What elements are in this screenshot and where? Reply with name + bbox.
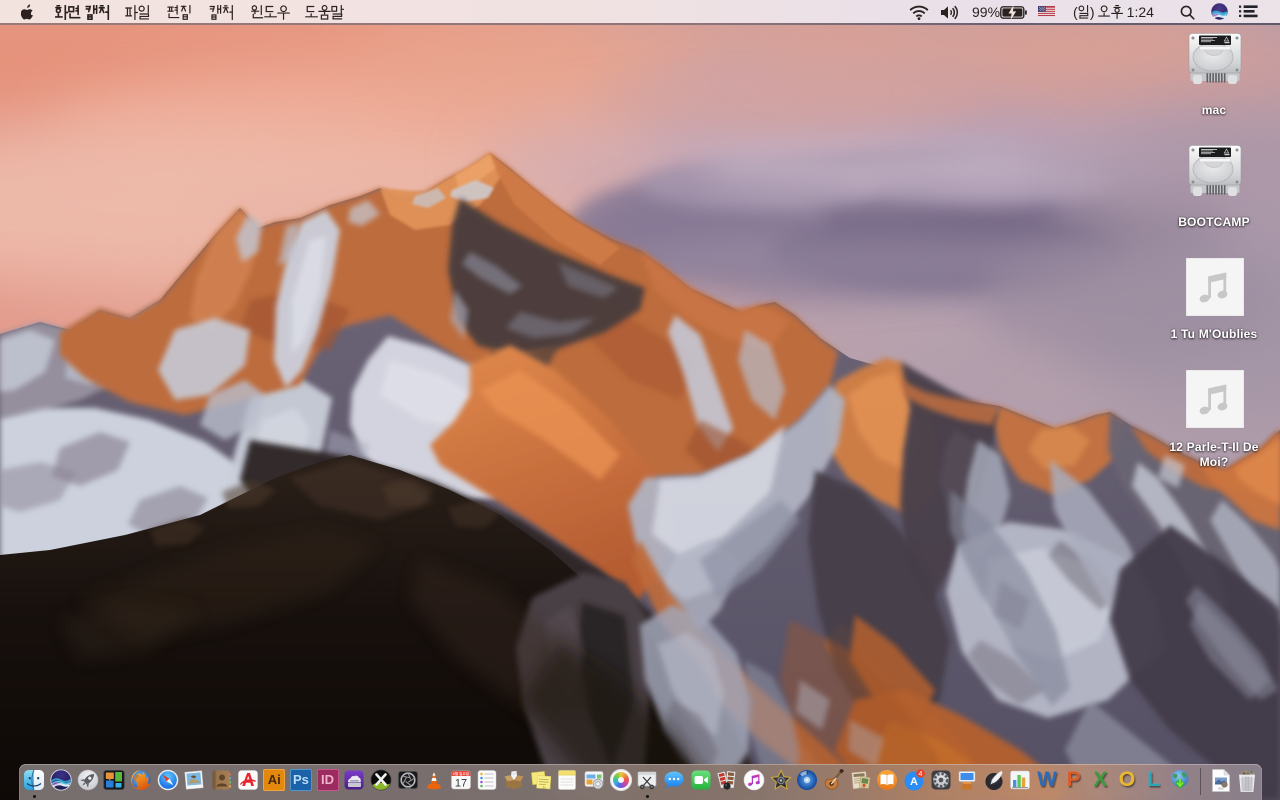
svg-text:6월 일요일: 6월 일요일	[453, 771, 469, 776]
svg-text:A: A	[910, 776, 918, 788]
svg-text:4: 4	[918, 771, 922, 778]
svg-text:doc: doc	[1218, 787, 1224, 791]
svg-text:17: 17	[455, 778, 467, 790]
